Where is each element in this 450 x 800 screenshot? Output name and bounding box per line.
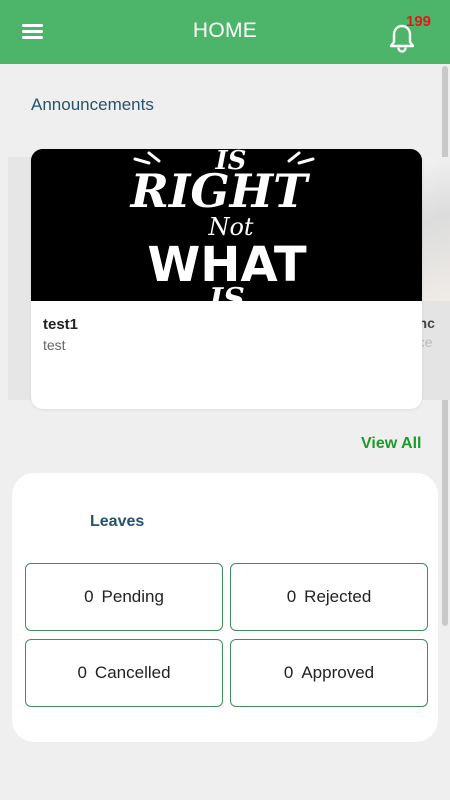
leave-status-label: Approved bbox=[301, 663, 375, 682]
leave-stat-pending[interactable]: 0 Pending bbox=[25, 563, 223, 631]
announcement-title: test1 bbox=[43, 316, 79, 333]
leaves-card: Leaves 0 Pending 0 Rejected 0 Cancelled … bbox=[12, 473, 438, 742]
leave-stat-cancelled[interactable]: 0 Cancelled bbox=[25, 639, 223, 707]
announcement-card[interactable]: IS RIGHT Not WHAT IS test1 test bbox=[31, 149, 422, 409]
image-text-is-bottom: IS bbox=[208, 282, 245, 301]
leave-status-label: Pending bbox=[101, 587, 164, 606]
image-text-right: RIGHT bbox=[129, 164, 311, 218]
leave-stat-rejected[interactable]: 0 Rejected bbox=[230, 563, 428, 631]
leave-status-label: Rejected bbox=[304, 587, 372, 606]
leave-count: 0 bbox=[84, 587, 94, 606]
view-all-link[interactable]: View All bbox=[361, 435, 421, 453]
announcement-description: test bbox=[43, 337, 66, 353]
leave-count: 0 bbox=[77, 663, 87, 682]
leave-count: 0 bbox=[283, 663, 294, 682]
announcement-image: IS RIGHT Not WHAT IS bbox=[31, 149, 422, 301]
announcements-heading: Announcements bbox=[31, 95, 154, 114]
leave-status-label: Cancelled bbox=[94, 663, 171, 682]
app-bar: HOME 199 bbox=[0, 0, 450, 64]
leaves-heading: Leaves bbox=[90, 513, 145, 530]
leave-count: 0 bbox=[286, 587, 297, 606]
page-title: HOME bbox=[192, 19, 258, 42]
notification-badge: 199 bbox=[406, 13, 432, 30]
leave-stat-approved[interactable]: 0 Approved bbox=[230, 639, 428, 707]
